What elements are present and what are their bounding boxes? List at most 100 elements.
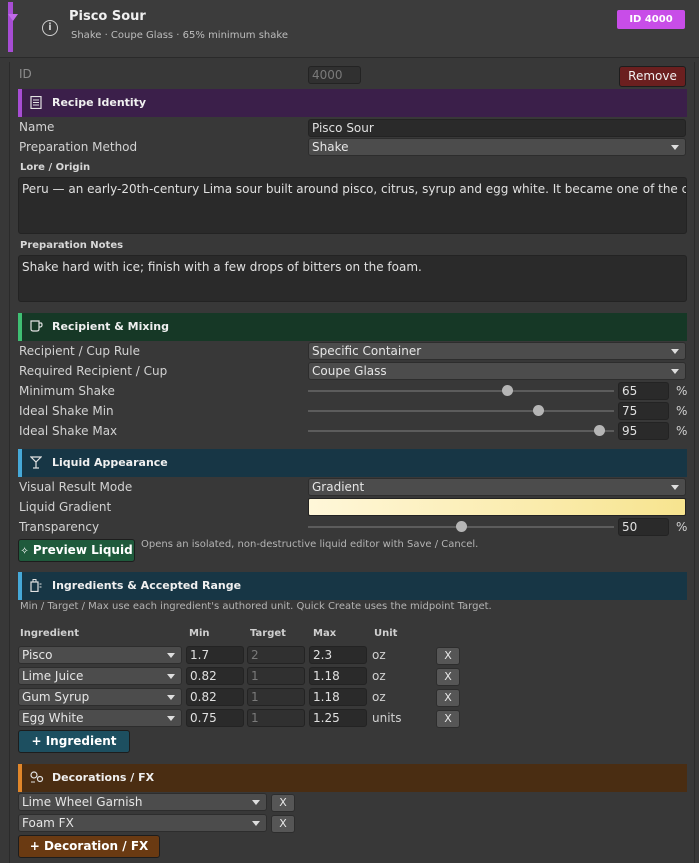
ingredient-min-input[interactable]: 0.82: [186, 688, 244, 706]
section-title: Recipe Identity: [52, 96, 147, 109]
percent-label: %: [676, 404, 688, 418]
ideal-shake-min-slider[interactable]: [308, 405, 614, 417]
cup-rule-label: Recipient / Cup Rule: [19, 344, 140, 358]
method-dropdown[interactable]: Shake: [308, 138, 686, 156]
remove-ingredient-button[interactable]: X: [436, 710, 460, 728]
section-liquid-appearance[interactable]: Liquid Appearance: [18, 449, 687, 477]
column-header-unit: Unit: [374, 628, 398, 639]
section-accent: [18, 89, 22, 117]
cup-icon: [30, 320, 43, 335]
lore-label: Lore / Origin: [20, 162, 91, 173]
remove-decoration-button[interactable]: X: [271, 794, 295, 812]
ideal-shake-min-label: Ideal Shake Min: [19, 404, 114, 418]
ingredient-target-input: 1: [247, 709, 305, 727]
section-ingredients[interactable]: Ingredients & Accepted Range: [18, 572, 687, 600]
section-title: Ingredients & Accepted Range: [52, 579, 242, 592]
slider-track: [308, 410, 614, 412]
visual-mode-dropdown[interactable]: Gradient: [308, 478, 686, 496]
ingredient-select[interactable]: Lime Juice: [18, 667, 182, 685]
ingredient-select[interactable]: Egg White: [18, 709, 182, 727]
id-field: 4000: [308, 66, 361, 84]
section-title: Decorations / FX: [52, 771, 155, 784]
column-header-target: Target: [250, 628, 286, 639]
ingredient-max-input[interactable]: 1.18: [309, 667, 367, 685]
percent-label: %: [676, 384, 688, 398]
add-ingredient-button[interactable]: + Ingredient: [18, 730, 130, 753]
collapse-caret-icon[interactable]: [8, 14, 18, 21]
percent-label: %: [676, 424, 688, 438]
decoration-name: Lime Wheel Garnish: [22, 795, 143, 809]
section-recipient-mixing[interactable]: Recipient & Mixing: [18, 313, 687, 341]
section-decorations[interactable]: Decorations / FX: [18, 764, 687, 792]
liquid-gradient-label: Liquid Gradient: [19, 500, 112, 514]
preview-liquid-button[interactable]: ✧ Preview Liquid: [18, 539, 135, 562]
section-recipe-identity[interactable]: Recipe Identity: [18, 89, 687, 117]
notes-textarea[interactable]: Shake hard with ice; finish with a few d…: [18, 255, 687, 302]
ingredient-max-input[interactable]: 2.3: [309, 646, 367, 664]
ingredient-name: Gum Syrup: [22, 690, 90, 704]
ideal-shake-max-input[interactable]: 95: [618, 422, 669, 440]
column-header-max: Max: [313, 628, 337, 639]
slider-knob[interactable]: [501, 385, 513, 396]
min-shake-label: Minimum Shake: [19, 384, 115, 398]
remove-ingredient-button[interactable]: X: [436, 668, 460, 686]
id-badge: ID 4000: [617, 10, 685, 29]
percent-label: %: [676, 520, 688, 534]
remove-button[interactable]: Remove: [619, 66, 686, 87]
document-icon: [30, 95, 42, 112]
min-shake-slider[interactable]: [308, 385, 614, 397]
remove-ingredient-button[interactable]: X: [436, 689, 460, 707]
add-decoration-button[interactable]: + Decoration / FX: [18, 835, 160, 858]
ideal-shake-max-label: Ideal Shake Max: [19, 424, 118, 438]
slider-knob[interactable]: [456, 521, 467, 532]
ingredient-unit: oz: [372, 690, 386, 704]
cup-rule-value: Specific Container: [312, 344, 422, 358]
recipe-header[interactable]: i Pisco Sour Shake · Coupe Glass · 65% m…: [0, 0, 699, 58]
recipe-subtitle: Shake · Coupe Glass · 65% minimum shake: [71, 30, 288, 41]
ingredient-min-input[interactable]: 1.7: [186, 646, 244, 664]
ingredient-unit: units: [372, 711, 402, 725]
ingredient-target-input: 1: [247, 688, 305, 706]
ingredient-max-input[interactable]: 1.25: [309, 709, 367, 727]
ingredient-min-input[interactable]: 0.75: [186, 709, 244, 727]
section-accent: [18, 572, 22, 600]
remove-decoration-button[interactable]: X: [271, 815, 295, 833]
decoration-select[interactable]: Lime Wheel Garnish: [18, 793, 267, 811]
min-shake-input[interactable]: 65: [618, 382, 669, 400]
sparkle-icon: ✧: [20, 546, 29, 557]
transparency-slider[interactable]: [308, 521, 614, 533]
cup-rule-dropdown[interactable]: Specific Container: [308, 342, 686, 360]
info-icon: i: [42, 20, 58, 36]
ideal-shake-max-slider[interactable]: [308, 425, 614, 437]
chevron-down-icon: [671, 349, 679, 354]
transparency-input[interactable]: 50: [618, 518, 669, 536]
transparency-label: Transparency: [19, 520, 100, 534]
header-accent-bar: [8, 2, 13, 52]
preview-hint: Opens an isolated, non-destructive liqui…: [141, 539, 479, 550]
name-input[interactable]: Pisco Sour: [308, 119, 686, 137]
bottle-icon: [30, 579, 42, 595]
remove-ingredient-button[interactable]: X: [436, 647, 460, 665]
ingredient-max-input[interactable]: 1.18: [309, 688, 367, 706]
ingredient-name: Pisco: [22, 648, 53, 662]
ingredient-target-input: 2: [247, 646, 305, 664]
ingredient-min-input[interactable]: 0.82: [186, 667, 244, 685]
required-cup-dropdown[interactable]: Coupe Glass: [308, 362, 686, 380]
ingredient-unit: oz: [372, 669, 386, 683]
ingredient-name: Egg White: [22, 711, 84, 725]
slider-knob[interactable]: [593, 425, 605, 436]
required-cup-label: Required Recipient / Cup: [19, 364, 168, 378]
column-header-ingredient: Ingredient: [20, 628, 79, 639]
liquid-gradient-swatch[interactable]: [308, 498, 686, 516]
method-label: Preparation Method: [19, 140, 138, 154]
ingredient-select[interactable]: Gum Syrup: [18, 688, 182, 706]
method-value: Shake: [312, 140, 349, 154]
notes-label: Preparation Notes: [20, 240, 124, 251]
slider-knob[interactable]: [532, 405, 544, 416]
decoration-select[interactable]: Foam FX: [18, 814, 267, 832]
chevron-down-icon: [252, 800, 260, 805]
chevron-down-icon: [167, 716, 175, 721]
ideal-shake-min-input[interactable]: 75: [618, 402, 669, 420]
lore-textarea[interactable]: Peru — an early-20th-century Lima sour b…: [18, 177, 687, 234]
ingredient-select[interactable]: Pisco: [18, 646, 182, 664]
